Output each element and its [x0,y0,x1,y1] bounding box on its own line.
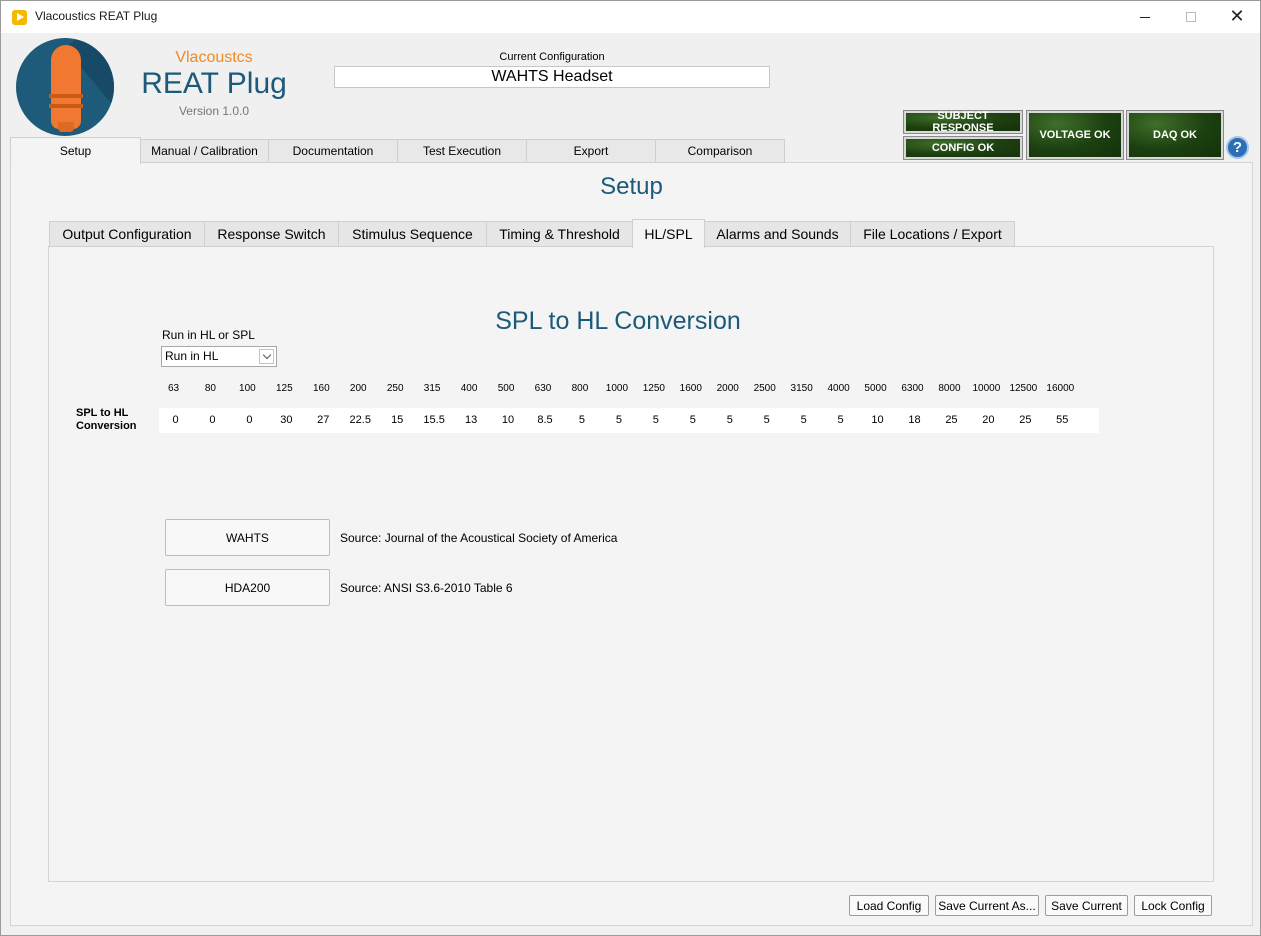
frequency-header-cell: 2500 [753,383,776,394]
voltage-ok-indicator: VOLTAGE OK [1026,110,1124,160]
subtab-file-locations-export[interactable]: File Locations / Export [850,221,1015,247]
help-icon[interactable]: ? [1226,136,1249,159]
chevron-down-icon[interactable] [259,349,274,364]
app-logo [16,38,114,136]
run-mode-select[interactable]: Run in HL [161,346,277,367]
frequency-header-cell: 6300 [901,383,924,394]
minimize-icon [1140,16,1150,18]
conversion-value-cell[interactable]: 27 [305,414,342,426]
frequency-header-cell: 10000 [972,383,1001,394]
conversion-value-cell[interactable]: 18 [896,414,933,426]
frequency-header-cell: 315 [423,383,441,394]
page-title: Setup [600,173,663,200]
conversion-value-cell[interactable]: 5 [674,414,711,426]
frequency-header-cell: 2000 [716,383,739,394]
conversion-value-cell[interactable]: 10 [490,414,527,426]
current-config-label: Current Configuration [499,51,605,63]
tab-export[interactable]: Export [526,139,656,163]
frequency-header-cell: 1250 [642,383,665,394]
app-icon [12,10,27,25]
conversion-value-cell[interactable]: 25 [933,414,970,426]
frequency-header-cell: 3150 [790,383,813,394]
run-mode-label: Run in HL or SPL [162,328,255,342]
conversion-value-cell[interactable]: 13 [453,414,490,426]
close-icon: ✕ [1229,6,1245,27]
tab-setup[interactable]: Setup [10,137,141,164]
frequency-header-cell: 5000 [864,383,887,394]
conversion-value-cell[interactable]: 10 [859,414,896,426]
conversion-row-label: SPL to HL Conversion [76,407,137,432]
frequency-header-cell: 1600 [679,383,702,394]
frequency-header-cell: 100 [239,383,256,394]
config-ok-indicator: CONFIG OK [903,136,1023,160]
save-current-button[interactable]: Save Current [1045,895,1128,916]
frequency-header-cell: 63 [167,383,180,394]
preset-wahts-button[interactable]: WAHTS [165,519,330,556]
conversion-value-cell[interactable]: 5 [785,414,822,426]
conversion-value-cell[interactable]: 15.5 [416,414,453,426]
frequency-header-cell: 250 [386,383,404,394]
conversion-value-cell[interactable]: 0 [194,414,231,426]
frequency-header-cell: 200 [349,383,367,394]
frequency-header-cell: 80 [204,383,216,394]
subject-response-indicator: SUBJECT RESPONSE [903,110,1023,134]
brand-product: REAT Plug [141,67,287,100]
minimize-button[interactable] [1122,1,1168,33]
save-current-as-button[interactable]: Save Current As... [935,895,1039,916]
conversion-value-cell[interactable]: 22.5 [342,414,379,426]
conversion-value-cell[interactable]: 25 [1007,414,1044,426]
conversion-value-cell[interactable]: 5 [711,414,748,426]
conversion-value-cell[interactable]: 0 [157,414,194,426]
frequency-header-cell: 8000 [938,383,961,394]
conversion-value-cell[interactable]: 5 [563,414,600,426]
frequency-header-cell: 800 [571,383,589,394]
frequency-header-cell: 4000 [827,383,850,394]
preset-hda200-source: Source: ANSI S3.6-2010 Table 6 [340,581,513,595]
frequency-header-cell: 1000 [605,383,629,394]
subtab-response-switch[interactable]: Response Switch [204,221,339,247]
close-button[interactable]: ✕ [1214,1,1260,33]
subtab-output-configuration[interactable]: Output Configuration [49,221,205,247]
title-bar: Vlacoustics REAT Plug ✕ [1,1,1260,33]
maximize-icon [1186,12,1196,22]
conversion-value-cell[interactable]: 30 [268,414,305,426]
subtab-hl-spl[interactable]: HL/SPL [632,219,705,248]
subtab-timing-threshold[interactable]: Timing & Threshold [486,221,633,247]
conversion-value-cell[interactable]: 20 [970,414,1007,426]
frequency-header-cell: 16000 [1046,383,1075,394]
subtab-stimulus-sequence[interactable]: Stimulus Sequence [338,221,487,247]
lock-config-button[interactable]: Lock Config [1134,895,1212,916]
tab-manual-calibration[interactable]: Manual / Calibration [140,139,269,163]
frequency-header-cell: 500 [497,383,515,394]
frequency-header-cell: 160 [312,383,330,394]
conversion-value-cell[interactable]: 55 [1044,414,1081,426]
window-title: Vlacoustics REAT Plug [35,9,158,23]
brand-version: Version 1.0.0 [178,104,250,118]
maximize-button[interactable] [1168,1,1214,33]
current-config-field: WAHTS Headset [334,66,770,88]
conversion-value-cell[interactable]: 15 [379,414,416,426]
tab-comparison[interactable]: Comparison [655,139,785,163]
tab-test-execution[interactable]: Test Execution [397,139,527,163]
load-config-button[interactable]: Load Config [849,895,929,916]
app-window: Vlacoustics REAT Plug ✕ Vlacoustcs REAT … [0,0,1261,936]
frequency-header-cell: 630 [534,383,552,394]
conversion-value-cell[interactable]: 5 [600,414,637,426]
daq-ok-indicator: DAQ OK [1126,110,1224,160]
tab-documentation[interactable]: Documentation [268,139,398,163]
brand-company: Vlacoustcs [175,49,253,66]
frequency-header-cell: 125 [276,383,293,394]
frequency-header-cell: 400 [460,383,478,394]
frequency-header-cell: 12500 [1009,383,1038,394]
preset-wahts-source: Source: Journal of the Acoustical Societ… [340,531,618,545]
conversion-value-cell[interactable]: 5 [748,414,785,426]
subtab-alarms-sounds[interactable]: Alarms and Sounds [704,221,851,247]
conversion-value-cell[interactable]: 5 [822,414,859,426]
conversion-value-cell[interactable]: 5 [637,414,674,426]
preset-hda200-button[interactable]: HDA200 [165,569,330,606]
conversion-value-cell[interactable]: 8.5 [527,414,564,426]
run-mode-value: Run in HL [165,349,219,363]
conversion-value-cell[interactable]: 0 [231,414,268,426]
